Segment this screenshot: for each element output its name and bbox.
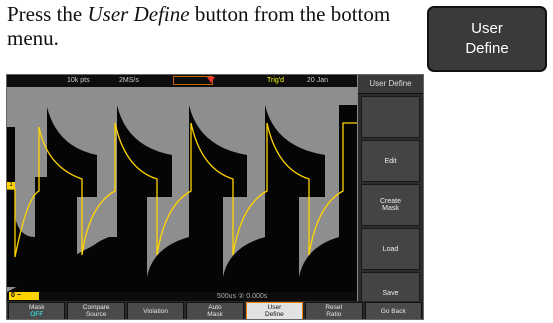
bottom-button-mask[interactable]: Mask OFF xyxy=(8,302,66,319)
date-display: 20 Jan xyxy=(307,77,329,84)
bottom-button-label: Mask xyxy=(28,304,45,311)
bottom-button-label: Auto xyxy=(208,304,222,311)
side-menu-button-load[interactable]: Load xyxy=(361,228,420,270)
side-menu-button-blank[interactable] xyxy=(361,96,420,138)
trigger-status: Trig'd xyxy=(267,77,285,84)
bottom-button-label: Go Back xyxy=(380,307,406,315)
bottom-button-label: User xyxy=(267,304,282,311)
bottom-button-label: Reset xyxy=(325,304,343,311)
scope-top-bar: 10k pts 2MS/s Trig'd 20 Jan xyxy=(7,75,357,87)
waveform-svg xyxy=(7,87,357,292)
bottom-menu: Mask OFF Compare Source Violation Auto M… xyxy=(7,301,423,319)
bottom-button-user-define[interactable]: User Define xyxy=(245,302,304,319)
bottom-button-go-back[interactable]: Go Back xyxy=(364,302,422,319)
channel1-level-marker[interactable]: 1 xyxy=(7,182,15,189)
record-length: 10k pts xyxy=(67,77,90,84)
bottom-button-sub: Ratio xyxy=(326,311,342,318)
oscilloscope-screen: 10k pts 2MS/s Trig'd 20 Jan 1 0 − 500us … xyxy=(6,74,424,320)
scope-status-bar: 0 − 50mV 500us ② 0.000s xyxy=(7,292,357,307)
bottom-button-compare-source[interactable]: Compare Source xyxy=(67,302,125,319)
bottom-button-sub: Define xyxy=(265,311,284,318)
bottom-button-auto-mask[interactable]: Auto Mask xyxy=(186,302,244,319)
timebase-readout: 500us ② 0.000s xyxy=(217,293,268,300)
bottom-button-sub: Source xyxy=(85,311,107,318)
bottom-button-sub: OFF xyxy=(30,311,44,318)
side-menu: User Define Edit Create Mask Load Save xyxy=(357,75,423,314)
side-menu-button-edit[interactable]: Edit xyxy=(361,140,420,182)
instruction-prefix: Press the xyxy=(7,2,88,26)
instruction-emphasis: User Define xyxy=(87,2,190,26)
bottom-button-sub: Mask xyxy=(207,311,223,318)
channel1-scale[interactable]: 0 − 50mV xyxy=(9,292,39,307)
bottom-button-reset-ratio[interactable]: Reset Ratio xyxy=(305,302,363,319)
reference-button-line1: User xyxy=(471,20,503,37)
side-menu-button-create-mask[interactable]: Create Mask xyxy=(361,184,420,226)
instruction-text: Press the User Define button from the bo… xyxy=(7,2,417,50)
sample-rate: 2MS/s xyxy=(119,77,139,84)
user-define-reference-button[interactable]: User Define xyxy=(427,6,547,72)
waveform-display xyxy=(7,87,357,292)
bottom-button-violation[interactable]: Violation xyxy=(126,302,185,319)
side-menu-title: User Define xyxy=(358,75,423,94)
bottom-button-label: Violation xyxy=(143,307,168,315)
trigger-marker-icon xyxy=(207,77,215,83)
reference-button-line2: Define xyxy=(465,40,509,57)
bottom-button-label: Compare xyxy=(82,304,110,311)
